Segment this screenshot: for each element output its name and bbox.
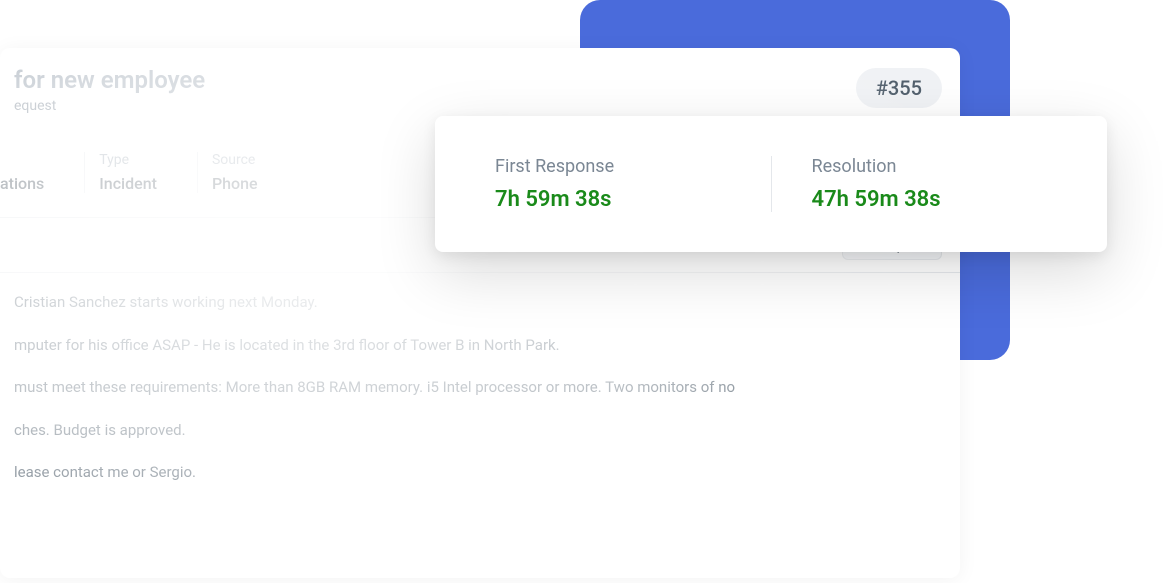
meta-source-label: Source bbox=[212, 152, 258, 168]
meta-item-source: Source Phone bbox=[197, 152, 298, 193]
meta-source-value: Phone bbox=[212, 174, 258, 193]
description-line: lease contact me or Sergio. bbox=[14, 461, 942, 484]
description-line: must meet these requirements: More than … bbox=[14, 376, 942, 399]
ticket-id-badge: #355 bbox=[856, 68, 942, 108]
meta-item-unknown: ations bbox=[0, 152, 84, 193]
ticket-subtitle: equest bbox=[0, 98, 960, 114]
ticket-title: for new employee bbox=[0, 48, 960, 98]
sla-first-response: First Response 7h 59m 38s bbox=[455, 156, 771, 212]
description-line: ches. Budget is approved. bbox=[14, 419, 942, 442]
sla-first-response-value: 7h 59m 38s bbox=[495, 187, 731, 212]
sla-resolution-label: Resolution bbox=[812, 156, 1048, 177]
meta-type-label: Type bbox=[99, 152, 157, 168]
description-body: Cristian Sanchez starts working next Mon… bbox=[0, 273, 960, 484]
description-line: Cristian Sanchez starts working next Mon… bbox=[14, 291, 942, 314]
sla-resolution: Resolution 47h 59m 38s bbox=[771, 156, 1088, 212]
sla-card: First Response 7h 59m 38s Resolution 47h… bbox=[435, 116, 1107, 252]
sla-first-response-label: First Response bbox=[495, 156, 731, 177]
meta-value: ations bbox=[0, 174, 44, 193]
description-line: mputer for his office ASAP - He is locat… bbox=[14, 334, 942, 357]
meta-label bbox=[0, 152, 44, 168]
meta-item-type: Type Incident bbox=[84, 152, 197, 193]
sla-resolution-value: 47h 59m 38s bbox=[812, 187, 1048, 212]
meta-type-value: Incident bbox=[99, 174, 157, 193]
